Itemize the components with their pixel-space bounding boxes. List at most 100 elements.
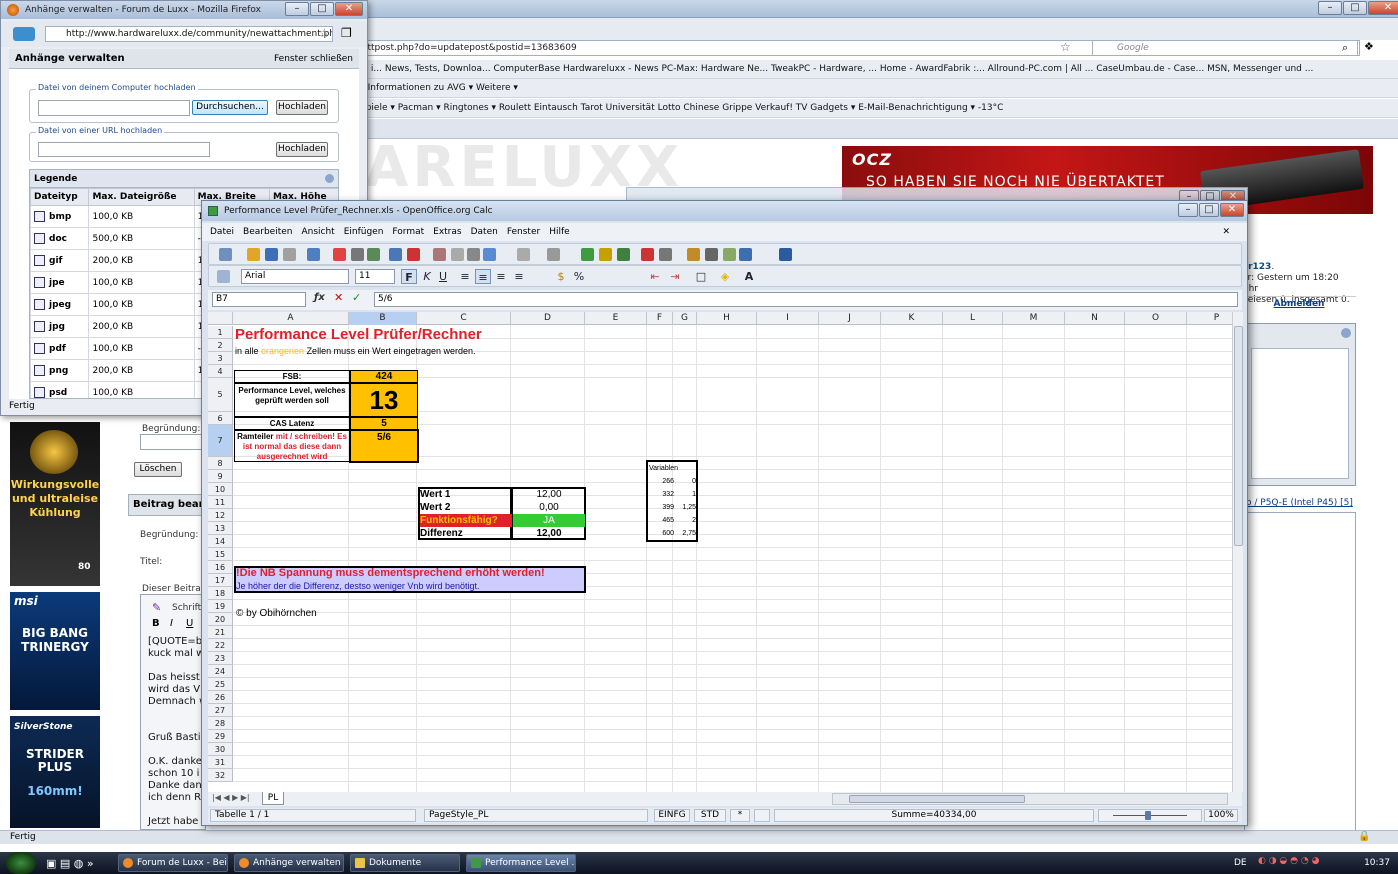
language-indicator[interactable]: DE [1234,852,1247,874]
vertical-scrollbar[interactable] [1232,312,1243,792]
horizontal-scroll-thumb[interactable] [849,795,1025,803]
formula-input[interactable]: 5/6 [374,292,1238,307]
row-header-18[interactable]: 18 [208,587,233,600]
bold-icon[interactable]: B [152,618,160,629]
cell-B6-cas-value[interactable]: 5 [350,417,418,430]
row-header-26[interactable]: 26 [208,691,233,704]
gallery-icon[interactable] [723,248,736,261]
autospell-icon[interactable] [407,248,420,261]
cell-A17-hint[interactable]: Je höher der die Differenz, destso wenig… [236,580,479,593]
minimize-icon[interactable]: – [1318,1,1342,15]
upload-url-button[interactable]: Hochladen [276,142,328,157]
row-header-7[interactable]: 7 [208,425,233,457]
variablen-value[interactable]: 1 [674,488,696,501]
maximize-icon[interactable]: □ [1343,1,1367,15]
cell-C13-diff-label[interactable]: Differenz [420,527,463,540]
column-header-H[interactable]: H [697,312,757,325]
zoom-slider[interactable] [1098,809,1202,822]
row-header-17[interactable]: 17 [208,574,233,587]
row-header-29[interactable]: 29 [208,730,233,743]
status-selection-mode[interactable]: STD [694,809,726,822]
att-url-field[interactable]: http://www.hardwareluxx.de/community/new… [45,26,333,42]
align-left-icon[interactable]: ≡ [457,269,473,284]
cell-D12-func-value[interactable]: JA [513,514,585,527]
sheet-nav-icons[interactable]: |◀ ◀ ▶ ▶| [212,793,250,802]
row-header-11[interactable]: 11 [208,496,233,509]
maximize-icon[interactable]: □ [1199,203,1219,217]
cell-A16-warning[interactable]: !Die NB Spannung muss dementsprechend er… [236,567,545,580]
editor-text[interactable]: [QUOTE=b kuck mal w Das heisst wird das … [148,636,208,828]
variablen-label[interactable]: Variablen [649,463,678,475]
cell-D10-wert1-value[interactable]: 12,00 [514,488,584,501]
row-header-27[interactable]: 27 [208,704,233,717]
menu-extras[interactable]: Extras [433,223,461,241]
bookmarks-toolbar-1[interactable]: el i... News, Tests, Downloa... Computer… [360,60,1398,79]
sheet-tab-pl[interactable]: PL [262,792,284,805]
variablen-key[interactable]: 399 [648,501,674,514]
column-header-F[interactable]: F [647,312,673,325]
cell-A1-title[interactable]: Performance Level Prüfer/Rechner [235,326,482,344]
cut-icon[interactable] [433,248,446,261]
variablen-key[interactable]: 266 [648,475,674,488]
column-header-K[interactable]: K [881,312,943,325]
minimize-icon[interactable]: – [1178,203,1198,217]
maximize-icon[interactable]: □ [310,2,334,16]
row-header-20[interactable]: 20 [208,613,233,626]
variablen-key[interactable]: 465 [648,514,674,527]
status-insert-mode[interactable]: EINFG [654,809,690,822]
collapse-icon[interactable] [1341,328,1351,338]
column-header-O[interactable]: O [1125,312,1187,325]
cell-A7-ram-label[interactable]: Ramteiler mit / schreiben! Es ist normal… [234,430,350,462]
find-icon[interactable] [687,248,700,261]
variablen-key[interactable]: 600 [648,527,674,540]
site-identity-icon[interactable] [13,27,35,41]
navigator-icon[interactable] [705,248,718,261]
pdf-icon[interactable] [333,248,346,261]
cell-C10-wert1-label[interactable]: Wert 1 [420,488,450,501]
row-header-23[interactable]: 23 [208,652,233,665]
cell-D11-wert2-value[interactable]: 0,00 [514,501,584,514]
row-header-30[interactable]: 30 [208,743,233,756]
column-header-N[interactable]: N [1065,312,1125,325]
spreadsheet-grid[interactable]: ABCDEFGHIJKLMNOP 1 2 3 4 5 6 7 8 9 10 11 12 13 14 15 16… [208,312,1232,792]
cell-A4-fsb-label[interactable]: FSB: [234,370,350,383]
close-document-icon[interactable]: ✕ [1222,223,1230,241]
row-header-31[interactable]: 31 [208,756,233,769]
borders-icon[interactable]: □ [693,269,709,284]
start-button[interactable] [6,852,36,874]
underline-icon[interactable]: U [435,269,451,284]
row-header-19[interactable]: 19 [208,600,233,613]
underline-icon[interactable]: U [186,618,193,629]
new-icon[interactable] [219,248,232,261]
function-wizard-icon[interactable]: ƒx [314,292,325,303]
cell-C11-wert2-label[interactable]: Wert 2 [420,501,450,514]
copy-icon[interactable] [451,248,464,261]
close-icon[interactable]: ✕ [1368,1,1398,15]
task-forum[interactable]: Forum de Luxx - Bei... [118,854,228,872]
draw-icon[interactable] [659,248,672,261]
font-size-box[interactable]: 11 [355,269,395,284]
row-header-22[interactable]: 22 [208,639,233,652]
vertical-scroll-thumb[interactable] [1234,326,1243,546]
decrease-indent-icon[interactable]: ⇤ [647,269,663,284]
column-header-E[interactable]: E [585,312,647,325]
loeschen-button[interactable]: Löschen [134,462,182,477]
row-header-15[interactable]: 15 [208,548,233,561]
name-box[interactable]: B7 [212,292,306,307]
cancel-icon[interactable]: ✕ [334,291,343,304]
accept-icon[interactable]: ✓ [352,291,361,304]
currency-icon[interactable]: $ [553,269,569,284]
open-icon[interactable] [247,248,260,261]
cell-C12-func-label[interactable]: Funktionsfähig? [420,514,512,527]
percent-icon[interactable]: % [571,269,587,284]
chart-icon[interactable] [641,248,654,261]
paste-icon[interactable] [467,248,480,261]
menu-format[interactable]: Format [392,223,424,241]
column-header-G[interactable]: G [673,312,697,325]
styles-icon[interactable] [217,270,230,283]
thread-link[interactable]: o / P5Q-E (Intel P45) [5] [1246,498,1353,508]
status-signature[interactable] [754,809,770,822]
bold-icon[interactable]: F [401,269,417,284]
cell-A19-copyright[interactable]: © by Obihörnchen [236,607,317,620]
menu-hilfe[interactable]: Hilfe [549,223,569,241]
